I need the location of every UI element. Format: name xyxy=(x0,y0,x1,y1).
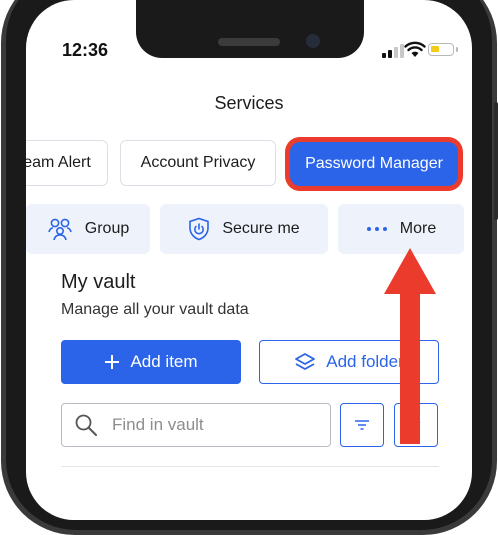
filter-icon xyxy=(355,420,369,430)
speaker xyxy=(218,38,280,46)
chip-label: Password Manager xyxy=(305,155,443,172)
vault-subtitle: Manage all your vault data xyxy=(61,301,249,318)
divider xyxy=(61,466,439,467)
quick-action-label: Group xyxy=(84,220,130,237)
chip-password-manager[interactable]: Password Manager xyxy=(290,142,458,186)
search-field[interactable] xyxy=(61,403,331,447)
group-icon xyxy=(47,218,72,241)
quick-action-label: Secure me xyxy=(222,220,300,237)
wifi-icon xyxy=(404,41,426,57)
front-camera xyxy=(306,34,320,48)
side-button xyxy=(494,102,498,220)
quick-action-group[interactable]: Group xyxy=(26,204,150,254)
annotation-arrow-icon xyxy=(384,248,436,444)
chip-label: eam Alert xyxy=(26,154,91,171)
layers-icon xyxy=(295,353,316,370)
chip-account-privacy[interactable]: Account Privacy xyxy=(120,140,276,186)
plus-icon xyxy=(105,355,120,369)
quick-action-secure-me[interactable]: Secure me xyxy=(160,204,328,254)
vault-title: My vault xyxy=(61,271,136,293)
chip-label: Account Privacy xyxy=(140,154,256,171)
search-input[interactable] xyxy=(110,414,304,436)
phone-frame: 12:36 Services eam Alert Account Privacy… xyxy=(0,0,498,535)
more-dots-icon xyxy=(366,227,387,231)
notch xyxy=(136,0,364,58)
signal-icon xyxy=(382,44,404,58)
battery-icon xyxy=(428,43,458,56)
page-title: Services xyxy=(214,93,284,113)
quick-action-label: More xyxy=(399,220,437,237)
chip-team-alert[interactable]: eam Alert xyxy=(26,140,108,186)
add-item-button[interactable]: Add item xyxy=(61,340,241,384)
filter-button[interactable] xyxy=(340,403,384,447)
add-item-label: Add item xyxy=(130,352,198,371)
search-icon xyxy=(75,414,97,436)
status-time: 12:36 xyxy=(62,40,109,60)
shield-power-icon xyxy=(189,217,210,241)
